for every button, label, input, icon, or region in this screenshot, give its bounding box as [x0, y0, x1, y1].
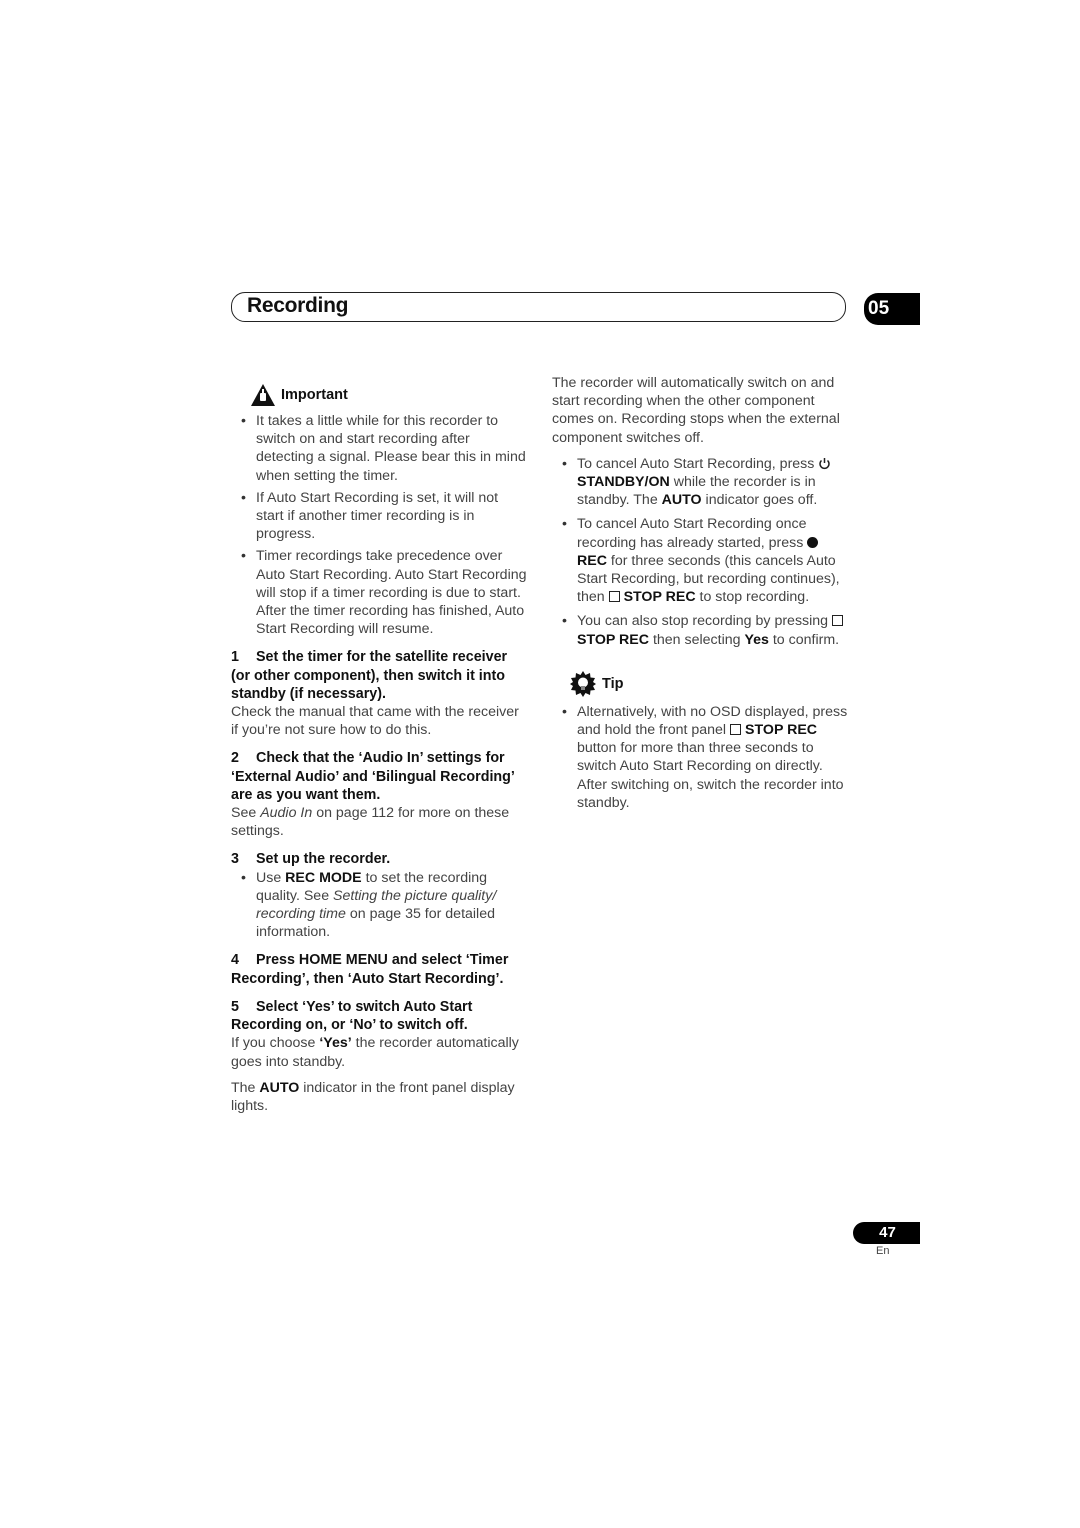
- stop-square-icon: [608, 591, 620, 603]
- step-2-body: See Audio In on page 112 for more on the…: [231, 805, 510, 840]
- tip-label: Tip: [602, 675, 624, 692]
- step-2-heading: 2 Check that the ‘Audio In’ settings for …: [231, 750, 515, 803]
- tip-lightbulb-icon: [570, 670, 596, 697]
- cross-reference: Audio In: [260, 805, 313, 822]
- step-1-body: Check the manual that came with the rece…: [231, 704, 519, 739]
- section-header: Recording: [231, 292, 846, 322]
- list-item: To cancel Auto Start Recording, press ST…: [552, 455, 850, 510]
- important-bullet-list: It takes a little while for this recorde…: [231, 412, 527, 638]
- tip-heading: Tip: [552, 670, 850, 697]
- power-icon: [819, 457, 831, 469]
- page-number: 47: [853, 1222, 920, 1244]
- record-dot-icon: [807, 536, 819, 548]
- step-5-heading: 5 Select ‘Yes’ to switch Auto Start Recor…: [231, 998, 473, 1034]
- tip-bullet-list: Alternatively, with no OSD displayed, pr…: [552, 703, 850, 812]
- important-label: Important: [281, 386, 348, 403]
- list-item: If Auto Start Recording is set, it will …: [231, 489, 527, 544]
- intro-paragraph: The recorder will automatically switch o…: [552, 375, 840, 446]
- step-3-bullets: Use REC MODE to set the recording qualit…: [231, 869, 527, 942]
- stop-square-icon: [832, 615, 844, 627]
- list-item: Use REC MODE to set the recording qualit…: [231, 869, 527, 942]
- list-item: Timer recordings take precedence over Au…: [231, 547, 527, 638]
- left-column: Important It takes a little while for th…: [231, 384, 527, 1123]
- list-item: To cancel Auto Start Recording once reco…: [552, 515, 850, 606]
- stop-square-icon: [730, 724, 742, 736]
- list-item: It takes a little while for this recorde…: [231, 412, 527, 485]
- important-warning-icon: [251, 384, 275, 406]
- list-item: Alternatively, with no OSD displayed, pr…: [552, 703, 850, 812]
- chapter-number-tab: 05: [864, 293, 920, 325]
- step-4-heading: 4 Press HOME MENU and select ‘Timer Recor…: [231, 952, 509, 987]
- step-3-heading: 3 Set up the recorder.: [231, 851, 391, 868]
- list-item: You can also stop recording by pressing …: [552, 612, 850, 648]
- section-title: Recording: [247, 294, 349, 317]
- step-5-body: If you choose ‘Yes’ the recorder automat…: [231, 1035, 519, 1070]
- cancel-bullet-list: To cancel Auto Start Recording, press ST…: [552, 455, 850, 649]
- page-language: En: [876, 1245, 890, 1257]
- right-column: The recorder will automatically switch o…: [552, 374, 850, 816]
- step-1-heading: 1 Set the timer for the satellite receive…: [231, 649, 508, 702]
- step-5-body-2: The AUTO indicator in the front panel di…: [231, 1079, 515, 1114]
- important-notice-heading: Important: [231, 384, 527, 406]
